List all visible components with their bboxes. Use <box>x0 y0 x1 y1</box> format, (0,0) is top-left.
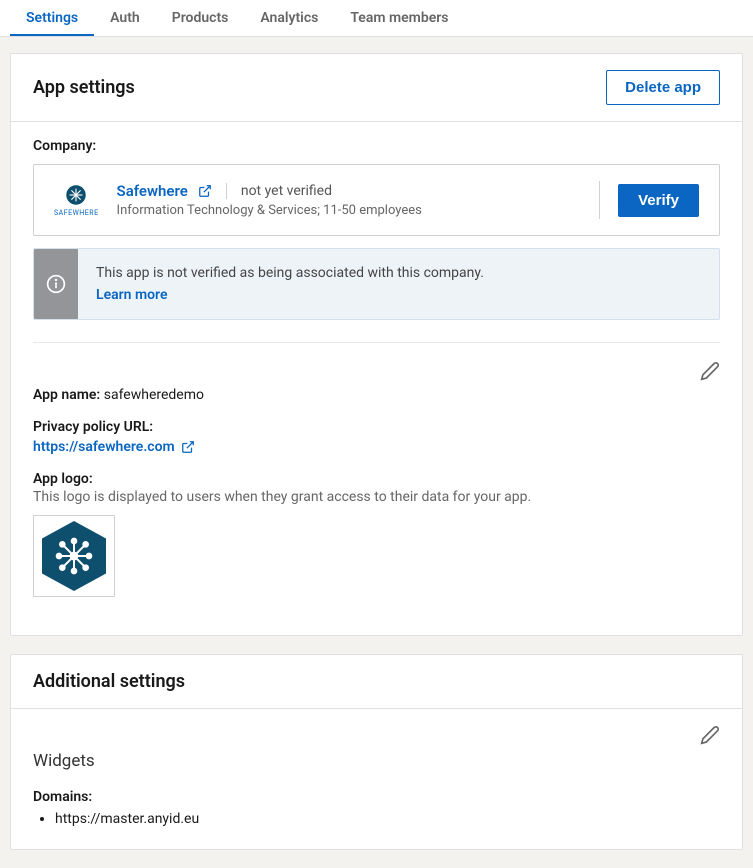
app-settings-card: App settings Delete app Company: <box>10 53 743 636</box>
pencil-icon[interactable] <box>700 361 720 381</box>
banner-text: This app is not verified as being associ… <box>96 265 484 281</box>
verification-status: not yet verified <box>241 183 332 199</box>
company-subtitle: Information Technology & Services; 11-50… <box>117 203 422 218</box>
domains-list: https://master.anyid.eu <box>33 811 720 827</box>
app-name-label: App name: <box>33 387 100 403</box>
info-banner: This app is not verified as being associ… <box>33 248 720 320</box>
pencil-icon[interactable] <box>700 725 720 745</box>
app-logo-label: App logo: <box>33 471 720 487</box>
company-box: SAFEWHERE Safewhere not yet verified Inf… <box>33 164 720 236</box>
additional-settings-title: Additional settings <box>33 671 185 692</box>
hexagon-icon <box>42 521 106 591</box>
app-logo <box>33 515 115 597</box>
tab-analytics[interactable]: Analytics <box>244 0 334 36</box>
domains-label: Domains: <box>33 789 720 805</box>
widgets-heading: Widgets <box>33 751 720 771</box>
divider <box>599 181 600 219</box>
company-logo-small: SAFEWHERE <box>54 184 99 217</box>
tab-auth[interactable]: Auth <box>94 0 156 36</box>
company-name-link[interactable]: Safewhere <box>117 182 188 200</box>
tab-bar: Settings Auth Products Analytics Team me… <box>0 0 753 37</box>
app-name-value: safewheredemo <box>104 387 204 403</box>
additional-settings-card: Additional settings Widgets Domains: htt… <box>10 654 743 850</box>
tab-team-members[interactable]: Team members <box>334 0 464 36</box>
tab-products[interactable]: Products <box>156 0 245 36</box>
info-icon <box>34 249 78 319</box>
privacy-url-link[interactable]: https://safewhere.com <box>33 439 195 455</box>
divider <box>226 183 227 199</box>
app-logo-description: This logo is displayed to users when the… <box>33 489 720 505</box>
privacy-url-label: Privacy policy URL: <box>33 419 720 435</box>
external-link-icon[interactable] <box>198 184 212 198</box>
verify-button[interactable]: Verify <box>618 184 699 217</box>
snowflake-icon <box>65 184 87 206</box>
tab-settings[interactable]: Settings <box>10 0 94 36</box>
company-label: Company: <box>33 138 720 154</box>
divider <box>33 342 720 343</box>
delete-app-button[interactable]: Delete app <box>606 70 720 105</box>
domain-item: https://master.anyid.eu <box>55 811 720 827</box>
external-link-icon <box>181 440 195 454</box>
learn-more-link[interactable]: Learn more <box>96 287 484 303</box>
app-settings-title: App settings <box>33 77 135 98</box>
